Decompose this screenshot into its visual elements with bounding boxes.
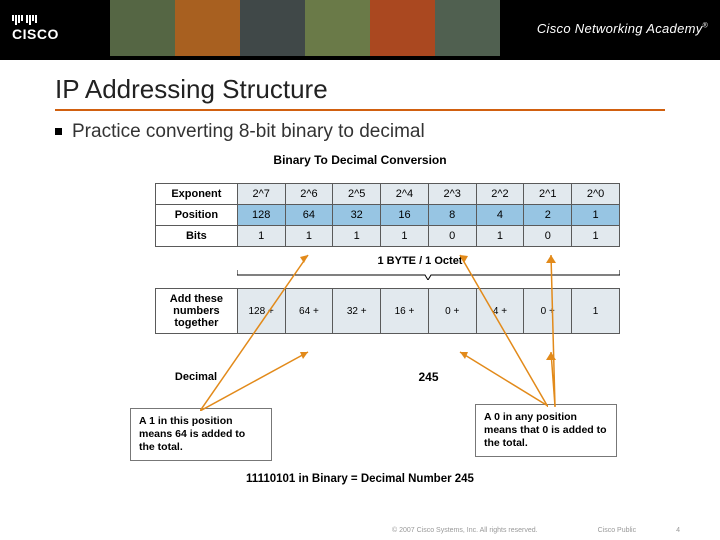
footer: © 2007 Cisco Systems, Inc. All rights re… [0,527,720,534]
label-bits: Bits [156,226,238,247]
brand-text: CISCO [12,27,59,41]
footer-label: Cisco Public [598,527,637,534]
row-exponent: Exponent 2^7 2^6 2^5 2^4 2^3 2^2 2^1 2^0 [156,184,620,205]
conversion-figure: Binary To Decimal Conversion Exponent 2^… [100,153,620,495]
header-bar: CISCO Cisco Networking Academy® [0,0,720,56]
arrow-left-2 [200,348,310,411]
footer-page: 4 [676,527,680,534]
bullet-icon [55,128,62,135]
bullet-line: Practice converting 8-bit binary to deci… [55,121,665,143]
note-right-box: A 0 in any position means that 0 is adde… [475,404,617,457]
header-photo-strip [110,0,500,56]
label-position: Position [156,205,238,226]
bullet-text: Practice converting 8-bit binary to deci… [72,121,425,142]
arrow-right-4 [545,348,585,406]
figure-title: Binary To Decimal Conversion [100,153,620,167]
academy-label: Cisco Networking Academy® [537,21,708,36]
footer-copyright: © 2007 Cisco Systems, Inc. All rights re… [392,527,538,534]
arrow-right-3 [458,348,548,406]
slide-content: IP Addressing Structure Practice convert… [0,60,720,495]
page-title: IP Addressing Structure [55,74,665,111]
cisco-logo: CISCO [12,15,59,41]
label-exponent: Exponent [156,184,238,205]
note-left-box: A 1 in this position means 64 is added t… [130,408,272,461]
figure-summary: 11110101 in Binary = Decimal Number 245 [100,473,620,485]
row-bits: Bits 1 1 1 1 0 1 0 1 [156,226,620,247]
row-position: Position 128 64 32 16 8 4 2 1 [156,205,620,226]
